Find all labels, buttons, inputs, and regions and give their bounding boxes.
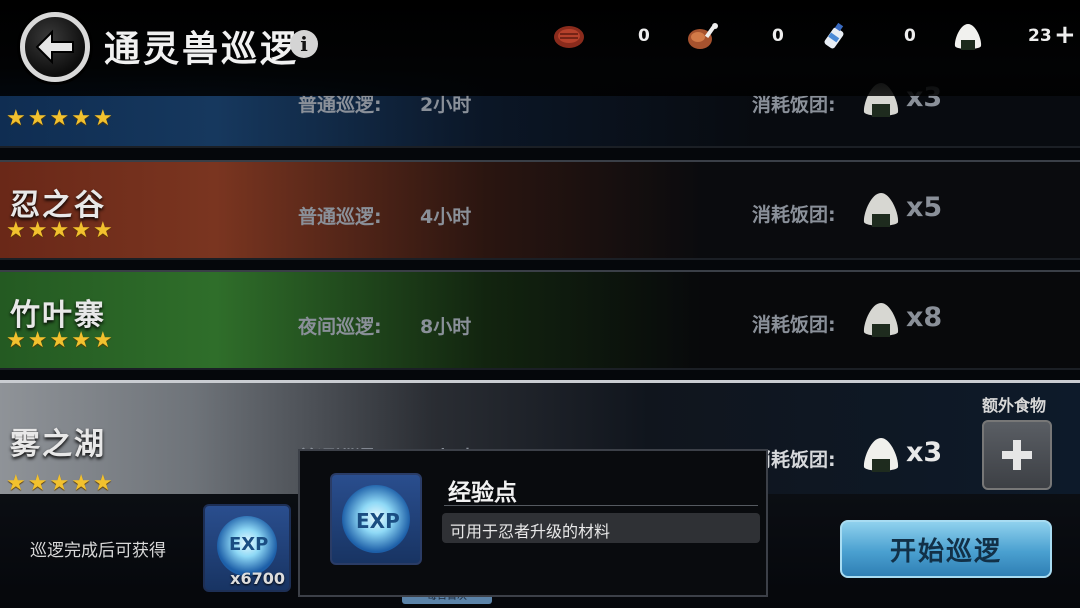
tooltip-title: 经验点 [448,480,517,506]
star-icon: ★ [49,471,70,496]
cost-label: 消耗饭团: [752,204,836,226]
star-icon: ★ [27,218,48,243]
star-icon: ★ [92,218,113,243]
patrol-row[interactable]: 忍之谷 ★ ★ ★ ★ ★ 普通巡逻: 4小时 消耗饭团: x5 [0,160,1080,260]
resource-meat-value: 0 [638,26,650,46]
star-icon: ★ [6,218,26,243]
star-rating: ★ ★ ★ ★ ★ [6,330,113,352]
roast-leg-icon [688,23,718,49]
star-rating: ★ ★ ★ ★ ★ [6,473,113,495]
start-patrol-button[interactable]: 开始巡逻 [840,520,1052,578]
cost-quantity: x8 [906,302,943,333]
patrol-type: 夜间巡逻: [298,316,382,338]
item-tooltip: EXP 经验点 可用于忍者升级的材料 [298,449,768,597]
cost-quantity: x5 [906,192,943,223]
top-bar: 通灵兽巡逻 i 0 0 0 23 + [0,0,1080,96]
tooltip-item-icon: EXP [330,473,422,565]
resource-onigiri [952,22,984,52]
star-icon: ★ [27,328,48,353]
star-icon: ★ [92,328,113,353]
tooltip-divider [444,505,758,506]
star-icon: ★ [71,328,91,353]
resource-roast-leg-value: 0 [772,26,784,46]
patrol-duration: 4小时 [420,206,472,228]
star-icon: ★ [92,106,113,131]
star-icon: ★ [27,471,48,496]
back-button[interactable] [20,12,90,82]
star-icon: ★ [71,106,91,131]
page-title: 通灵兽巡逻 [104,28,300,70]
star-icon: ★ [49,328,70,353]
exp-badge: EXP [229,534,269,555]
reward-label: 巡逻完成后可获得 [30,541,166,561]
star-icon: ★ [49,106,70,131]
tooltip-description: 可用于忍者升级的材料 [450,522,611,541]
star-icon: ★ [6,328,26,353]
onigiri-icon [863,303,899,337]
resource-milk-bottle [820,22,850,52]
reward-exp[interactable]: EXP x6700 [203,504,291,592]
star-icon: ★ [71,471,91,496]
add-onigiri-button[interactable]: + [1054,20,1076,50]
resource-meat [552,22,586,52]
star-icon: ★ [6,471,26,496]
resource-roast-leg [686,22,720,52]
reward-quantity: x6700 [230,569,285,588]
star-icon: ★ [71,218,91,243]
onigiri-icon [863,438,899,472]
arrow-left-icon [35,29,74,65]
patrol-location-name: 雾之湖 [10,427,106,462]
extra-food-label: 额外食物 [982,396,1047,415]
tooltip-description-box: 可用于忍者升级的材料 [442,513,760,543]
star-icon: ★ [27,106,48,131]
resource-milk-bottle-value: 0 [904,26,916,46]
star-rating: ★ ★ ★ ★ ★ [6,108,113,130]
patrol-row[interactable]: 竹叶寨 ★ ★ ★ ★ ★ 夜间巡逻: 8小时 消耗饭团: x8 [0,270,1080,370]
cost-label: 消耗饭团: [752,314,836,336]
meat-icon [554,26,584,48]
milk-bottle-icon [824,22,844,49]
patrol-type: 普通巡逻: [298,206,382,228]
plus-icon [1002,440,1032,470]
patrol-duration: 8小时 [420,316,472,338]
exp-badge: EXP [356,509,400,533]
add-extra-food-button[interactable] [982,420,1052,490]
onigiri-icon [863,193,899,227]
star-icon: ★ [92,471,113,496]
star-rating: ★ ★ ★ ★ ★ [6,220,113,242]
star-icon: ★ [6,106,26,131]
info-icon[interactable]: i [290,30,318,58]
resource-onigiri-value: 23 [1028,26,1052,46]
cost-quantity: x3 [906,437,943,468]
onigiri-icon [954,24,982,50]
star-icon: ★ [49,218,70,243]
